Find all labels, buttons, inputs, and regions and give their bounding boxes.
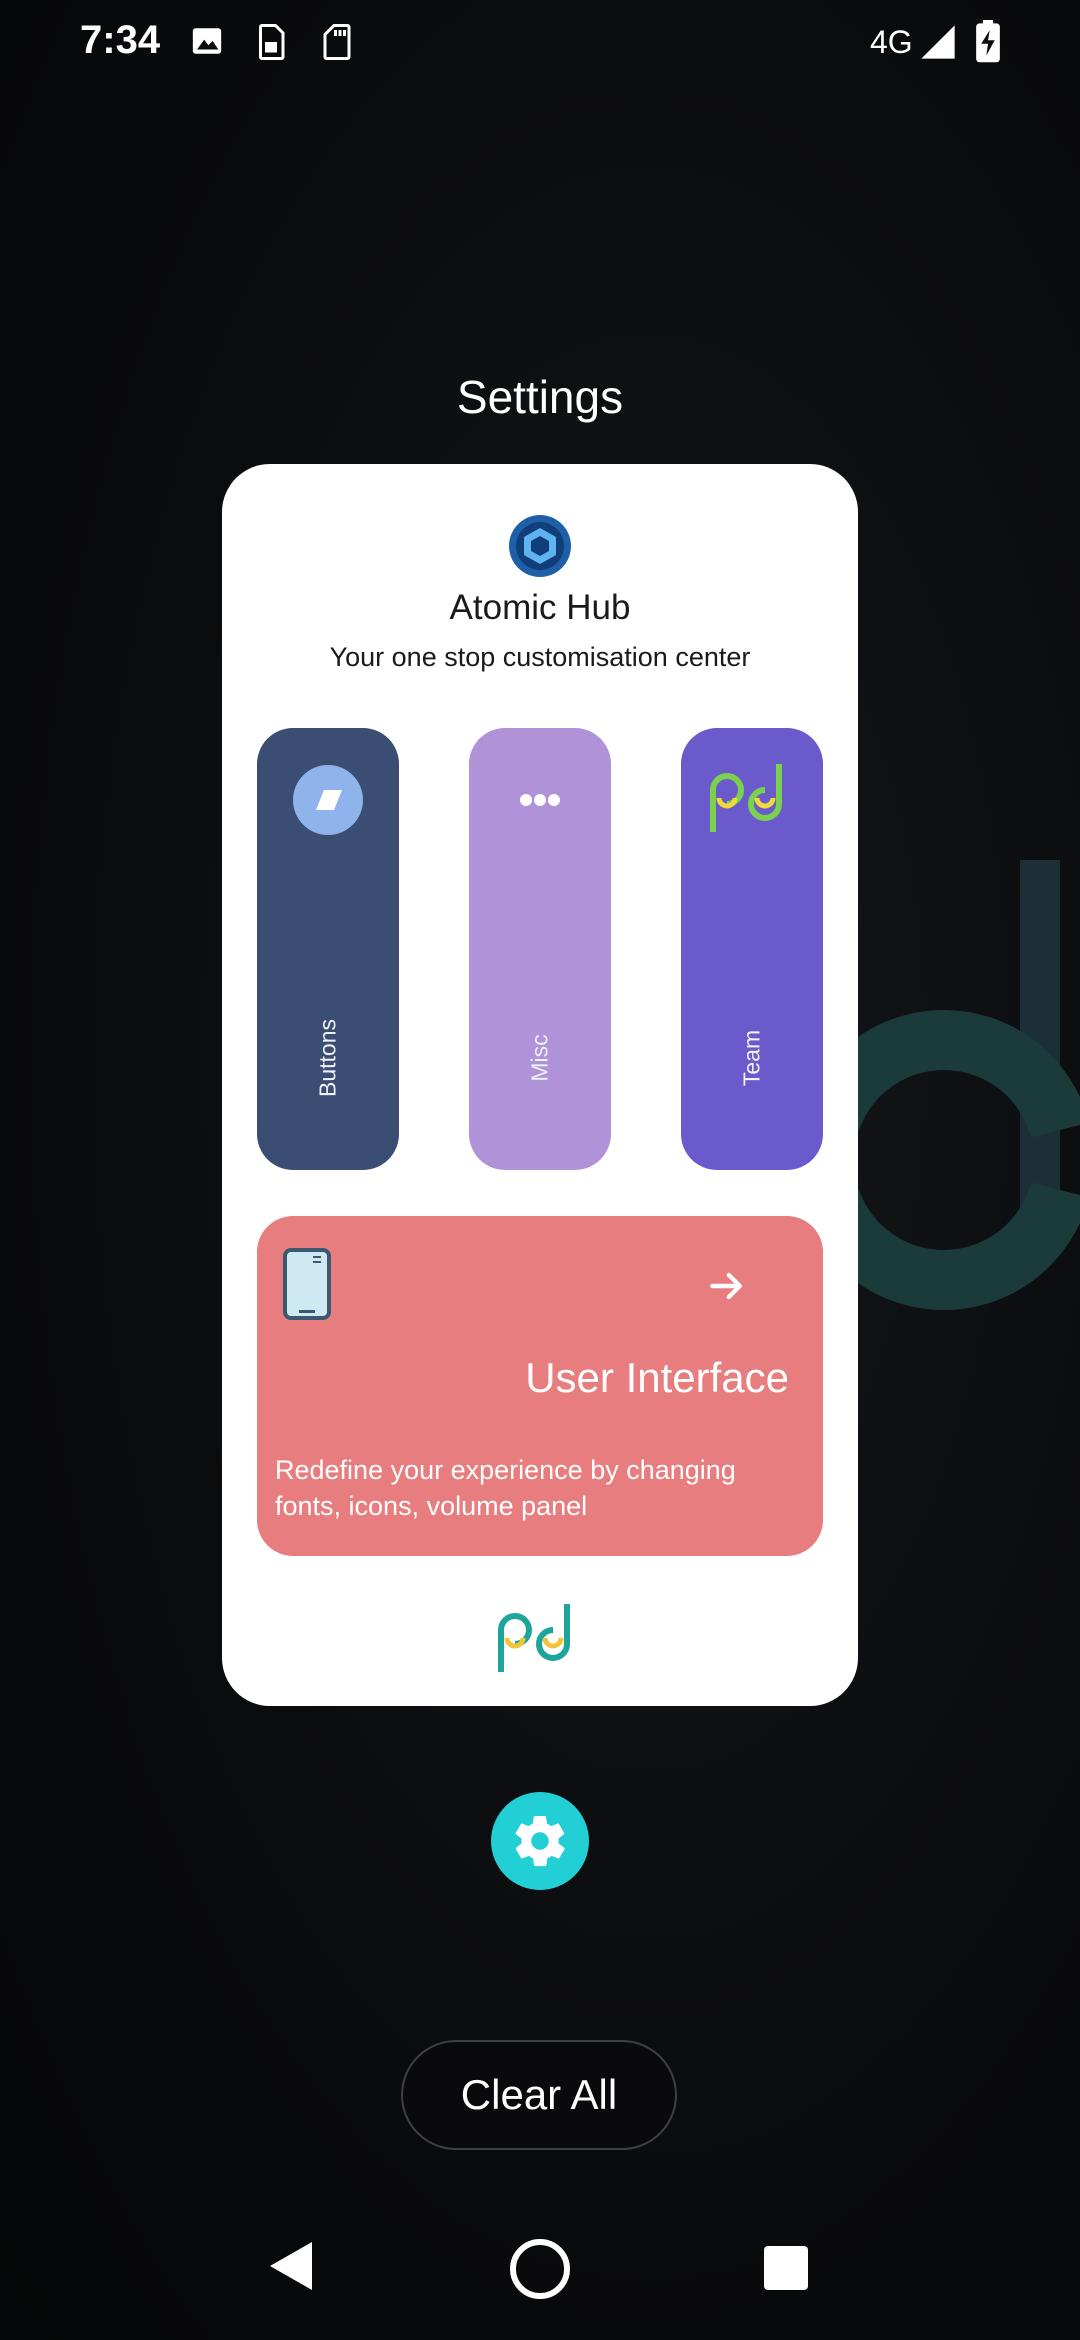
pd-logo-icon xyxy=(705,760,799,836)
clear-all-button[interactable]: Clear All xyxy=(401,2040,677,2150)
network-type: 4G xyxy=(870,24,913,60)
phone-icon xyxy=(283,1248,331,1320)
user-interface-title: User Interface xyxy=(525,1354,789,1401)
app-tagline: Your one stop customisation center xyxy=(329,642,751,672)
tile-buttons[interactable]: Buttons xyxy=(257,728,399,1170)
gear-icon xyxy=(515,1815,565,1867)
arrow-right-icon[interactable] xyxy=(705,1264,749,1308)
atomic-hub-logo-icon xyxy=(508,514,572,578)
home-icon[interactable] xyxy=(508,2237,572,2306)
user-interface-card[interactable]: User Interface Redefine your experience … xyxy=(257,1216,823,1556)
eraser-icon xyxy=(292,764,364,836)
tile-misc-label: Misc xyxy=(526,1034,553,1082)
tile-team[interactable]: Team xyxy=(681,728,823,1170)
recents-screen: 7:34 4G Settings Atomic Hub Your one sto… xyxy=(0,0,1080,2340)
tile-misc[interactable]: Misc xyxy=(469,728,611,1170)
sim-icon xyxy=(256,24,286,65)
more-dots-icon xyxy=(504,764,576,836)
recents-icon[interactable] xyxy=(762,2244,810,2297)
image-icon xyxy=(190,24,224,63)
status-time: 7:34 xyxy=(80,18,161,62)
app-preview-card[interactable]: Atomic Hub Your one stop customisation c… xyxy=(222,464,858,1706)
recent-app-title: Settings xyxy=(456,371,624,423)
signal-icon xyxy=(918,22,958,67)
sd-card-icon xyxy=(322,24,352,65)
app-name: Atomic Hub xyxy=(449,588,631,627)
tile-team-label: Team xyxy=(738,1029,765,1087)
back-icon[interactable] xyxy=(268,2240,316,2297)
tile-buttons-label: Buttons xyxy=(314,1019,341,1097)
user-interface-description: Redefine your experience by changing fon… xyxy=(275,1455,736,1521)
battery-charging-icon xyxy=(974,20,1002,69)
status-bar: 7:34 4G xyxy=(0,0,1080,84)
wallpaper-logo xyxy=(793,860,1080,1380)
settings-app-icon[interactable] xyxy=(491,1792,589,1890)
pd-brand-logo-icon xyxy=(492,1600,588,1676)
